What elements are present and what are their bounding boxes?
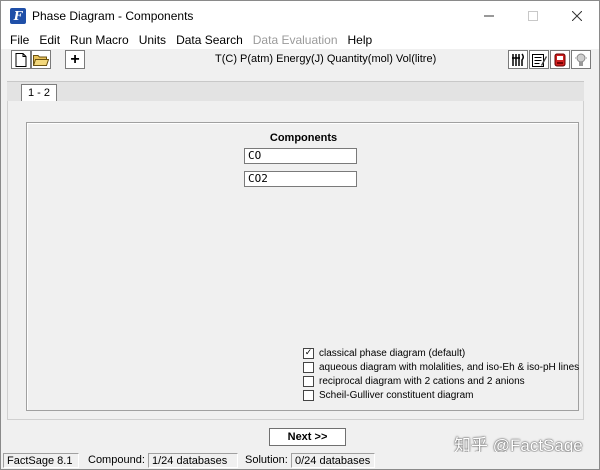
- checkbox-scheil[interactable]: [303, 390, 314, 401]
- option-label: Scheil-Gulliver constituent diagram: [319, 390, 474, 401]
- new-document-button[interactable]: [11, 50, 31, 69]
- menu-help[interactable]: Help: [343, 33, 378, 47]
- red-tool-icon: [554, 53, 566, 66]
- add-button[interactable]: +: [65, 50, 85, 69]
- option-classical[interactable]: ✓ classical phase diagram (default): [303, 348, 465, 359]
- component-field-2[interactable]: CO2: [244, 171, 357, 187]
- status-version: FactSage 8.1: [3, 453, 79, 468]
- option-scheil[interactable]: Scheil-Gulliver constituent diagram: [303, 390, 474, 401]
- factsage-f-icon: F: [10, 8, 26, 24]
- checkbox-classical[interactable]: ✓: [303, 348, 314, 359]
- components-heading: Components: [269, 132, 338, 144]
- open-folder-button[interactable]: [31, 50, 51, 69]
- notepad-button[interactable]: [529, 50, 549, 69]
- menu-data-search[interactable]: Data Search: [171, 33, 248, 47]
- checkbox-aqueous[interactable]: [303, 362, 314, 373]
- title-bar[interactable]: F Phase Diagram - Components: [1, 1, 599, 31]
- menu-units[interactable]: Units: [134, 33, 171, 47]
- status-bar: FactSage 8.1 Compound: 1/24 databases So…: [1, 452, 599, 469]
- status-compound-value: 1/24 databases: [148, 453, 238, 468]
- close-icon: [572, 11, 582, 21]
- tab-strip: 1 - 2: [7, 81, 584, 102]
- next-button[interactable]: Next >>: [269, 428, 346, 446]
- option-label: classical phase diagram (default): [319, 348, 466, 359]
- window-title: Phase Diagram - Components: [32, 9, 194, 23]
- option-reciprocal[interactable]: reciprocal diagram with 2 cations and 2 …: [303, 376, 525, 387]
- add-icon: +: [70, 50, 80, 68]
- new-document-icon: [15, 52, 27, 67]
- status-solution-value: 0/24 databases: [291, 453, 375, 468]
- tab-1-2[interactable]: 1 - 2: [21, 84, 57, 102]
- minimize-icon: [484, 15, 494, 17]
- menu-edit[interactable]: Edit: [34, 33, 65, 47]
- maximize-button[interactable]: [511, 1, 555, 31]
- red-tool-button[interactable]: [550, 50, 570, 69]
- checkbox-reciprocal[interactable]: [303, 376, 314, 387]
- option-label: reciprocal diagram with 2 cations and 2 …: [319, 376, 525, 387]
- fork-knife-icon: [512, 53, 524, 66]
- units-display: T(C) P(atm) Energy(J) Quantity(mol) Vol(…: [215, 53, 437, 65]
- status-solution-label: Solution:: [245, 454, 288, 466]
- option-label: aqueous diagram with molalities, and iso…: [319, 362, 580, 373]
- menu-file[interactable]: File: [5, 33, 34, 47]
- bulb-icon: [575, 53, 587, 66]
- maximize-icon: [528, 11, 538, 21]
- toolbar: + T(C) P(atm) Energy(J) Quantity(mol) Vo…: [1, 49, 599, 71]
- window-controls: [467, 1, 599, 31]
- bulb-button[interactable]: [571, 50, 591, 69]
- fork-knife-button[interactable]: [508, 50, 528, 69]
- option-aqueous[interactable]: aqueous diagram with molalities, and iso…: [303, 362, 579, 373]
- components-panel: Components CO CO2 ✓ classical phase diag…: [7, 101, 584, 420]
- status-compound-label: Compound:: [88, 454, 145, 466]
- menu-data-evaluation[interactable]: Data Evaluation: [248, 33, 343, 47]
- component-field-1[interactable]: CO: [244, 148, 357, 164]
- phase-diagram-window: F Phase Diagram - Components File Edit R…: [0, 0, 600, 470]
- close-button[interactable]: [555, 1, 599, 31]
- notepad-icon: [531, 53, 547, 67]
- open-folder-icon: [33, 55, 49, 66]
- minimize-button[interactable]: [467, 1, 511, 31]
- menu-run-macro[interactable]: Run Macro: [65, 33, 134, 47]
- menu-bar: File Edit Run Macro Units Data Search Da…: [1, 31, 599, 49]
- components-group: Components CO CO2 ✓ classical phase diag…: [26, 122, 579, 411]
